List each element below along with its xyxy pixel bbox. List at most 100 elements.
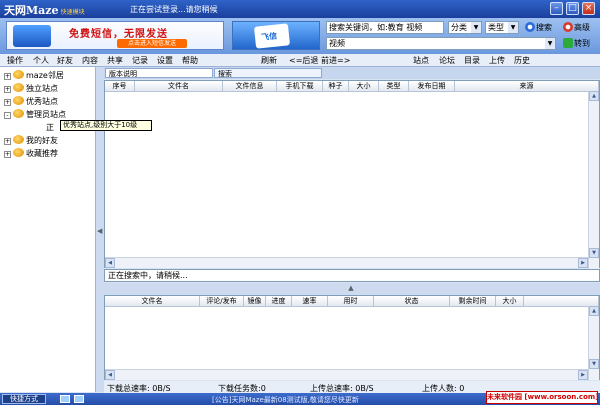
close-button[interactable]: × (582, 2, 595, 15)
category-select[interactable]: 分类 ▼ (448, 21, 482, 34)
tree-node-independent[interactable]: + 独立站点 (4, 83, 58, 95)
back-button[interactable]: <=后退 (289, 55, 318, 66)
menu-item[interactable]: 个人 (33, 55, 49, 66)
folder-icon (13, 83, 24, 92)
watermark-badge: 未来软件园 [www.orsoon.com] (486, 391, 598, 404)
search-button[interactable]: 搜索 (525, 21, 552, 34)
column-header[interactable]: 来源 (455, 81, 599, 92)
column-header[interactable]: 评论/发布 (200, 296, 244, 307)
collapse-arrow-icon: ◀ (97, 227, 103, 235)
tree-node-admin[interactable]: - 管理员站点 (4, 109, 66, 121)
menu-item[interactable]: 好友 (57, 55, 73, 66)
scroll-down-icon[interactable]: ▼ (589, 359, 599, 369)
app-logo: 天网Maze 快速模块 (4, 4, 85, 17)
minimize-button[interactable]: – (550, 2, 563, 15)
nav-forum[interactable]: 论坛 (439, 55, 455, 66)
column-header[interactable]: 用时 (328, 296, 374, 307)
column-header[interactable]: 发布日期 (409, 81, 455, 92)
column-header[interactable]: 手机下载 (277, 81, 323, 92)
tree-node-friends[interactable]: + 我的好友 (4, 135, 58, 147)
folder-icon (13, 109, 24, 118)
column-header[interactable]: 文件名 (105, 296, 200, 307)
menu-item[interactable]: 记录 (132, 55, 148, 66)
column-header[interactable]: 速率 (292, 296, 328, 307)
go-button[interactable]: 转到 (563, 37, 590, 50)
folder-icon (13, 135, 24, 144)
menu-item[interactable]: 设置 (157, 55, 173, 66)
tree-node-child[interactable]: 正 (46, 122, 54, 134)
column-header[interactable]: 文件信息 (223, 81, 277, 92)
column-header[interactable]: 大小 (496, 296, 524, 307)
menu-item[interactable]: 内容 (82, 55, 98, 66)
downloads-horizontal-scrollbar[interactable]: ◀ ▶ (105, 369, 588, 380)
nav-upload[interactable]: 上传 (489, 55, 505, 66)
column-header[interactable]: 序号 (105, 81, 135, 92)
nav-sites[interactable]: 站点 (413, 55, 429, 66)
vertical-splitter[interactable]: ◀ (96, 67, 104, 392)
menu-item[interactable]: 操作 (7, 55, 23, 66)
layout-icon[interactable] (74, 395, 84, 403)
app-window: 天网Maze 快速模块 正在尝试登录...请您稍候 – □ × 免费短信，无限发送… (0, 0, 600, 405)
menu-item[interactable]: 共享 (107, 55, 123, 66)
login-status: 正在尝试登录...请您稍候 (130, 5, 218, 14)
column-header[interactable]: 类型 (379, 81, 409, 92)
chevron-down-icon: ▼ (508, 22, 518, 33)
tree-tooltip: 优秀站点,级别大于10级 (60, 120, 152, 131)
banner-button[interactable]: 点击进入短信发送 (117, 39, 187, 48)
scroll-up-icon[interactable]: ▲ (589, 306, 599, 316)
folder-icon (13, 70, 24, 79)
gear-icon (563, 22, 573, 32)
scroll-up-icon[interactable]: ▲ (589, 91, 599, 101)
nav-history[interactable]: 历史 (514, 55, 530, 66)
column-header[interactable]: 剩余时间 (450, 296, 496, 307)
column-header[interactable]: 文件名 (135, 81, 223, 92)
tab-search[interactable]: 搜索 (214, 68, 322, 78)
arrow-right-icon (563, 38, 573, 48)
search-status: 正在搜索中，请稍候... (104, 269, 600, 282)
column-header[interactable]: 镜像 (244, 296, 266, 307)
folder-icon (13, 96, 24, 105)
search-hint-field[interactable]: 搜索关键词，如:教育 视频 (326, 21, 444, 34)
download-list: 文件名 评论/发布 镜像 进度 速率 用时 状态 剩余时间 大小 (104, 295, 600, 380)
tree-node-neighbors[interactable]: + maze邻居 (4, 70, 64, 82)
tree-node-favorites[interactable]: + 收藏推荐 (4, 148, 58, 160)
tab-release-notes[interactable]: 版本说明 (105, 68, 213, 78)
menu-item[interactable]: 帮助 (182, 55, 198, 66)
layout-icon[interactable] (60, 395, 70, 403)
results-vertical-scrollbar[interactable]: ▲ ▼ (588, 91, 599, 269)
type-select[interactable]: 类型 ▼ (485, 21, 519, 34)
horizontal-splitter[interactable]: ▲ (104, 283, 600, 295)
column-header[interactable]: 大小 (349, 81, 379, 92)
quick-mode-button[interactable]: 快捷方式 (2, 394, 46, 404)
nav-directory[interactable]: 目录 (464, 55, 480, 66)
announcement[interactable]: [公告]天网Maze最新08测试版,敬请您尽快更新 (212, 395, 359, 405)
maximize-button[interactable]: □ (566, 2, 579, 15)
chevron-down-icon: ▼ (471, 22, 481, 33)
tree-node-excellent[interactable]: + 优秀站点 (4, 96, 58, 108)
search-input[interactable]: 视频 (326, 37, 556, 50)
scroll-right-icon[interactable]: ▶ (578, 370, 588, 380)
chevron-down-icon: ▼ (545, 38, 555, 49)
refresh-button[interactable]: 刷新 (261, 55, 277, 66)
downloads-vertical-scrollbar[interactable]: ▲ ▼ (588, 306, 599, 380)
folder-icon (13, 148, 24, 157)
search-icon (525, 22, 535, 32)
scroll-left-icon[interactable]: ◀ (105, 258, 115, 268)
column-header[interactable]: 种子 (323, 81, 349, 92)
fetion-banner[interactable]: 飞信 (232, 21, 320, 50)
search-history-dropdown[interactable]: ▼ (545, 37, 556, 50)
collapse-arrow-icon: ▲ (348, 284, 354, 292)
computer-icon (13, 25, 51, 47)
sms-banner[interactable]: 免费短信，无限发送 点击进入短信发送 (6, 21, 224, 50)
site-tree: + maze邻居 + 独立站点 + 优秀站点 - 管理员站点 正 + 我的好友 + 收藏推荐 (0, 67, 96, 392)
forward-button[interactable]: 前进=> (321, 55, 350, 66)
scroll-left-icon[interactable]: ◀ (105, 370, 115, 380)
column-header[interactable]: 状态 (374, 296, 450, 307)
results-horizontal-scrollbar[interactable]: ◀ ▶ (105, 257, 588, 268)
scroll-down-icon[interactable]: ▼ (589, 248, 599, 258)
scroll-right-icon[interactable]: ▶ (578, 258, 588, 268)
search-results-list: 序号 文件名 文件信息 手机下载 种子 大小 类型 发布日期 来源 (104, 80, 600, 268)
column-header[interactable]: 进度 (266, 296, 292, 307)
advanced-button[interactable]: 高级 (563, 21, 590, 34)
banner-slogan: 免费短信，无限发送 (69, 29, 168, 40)
